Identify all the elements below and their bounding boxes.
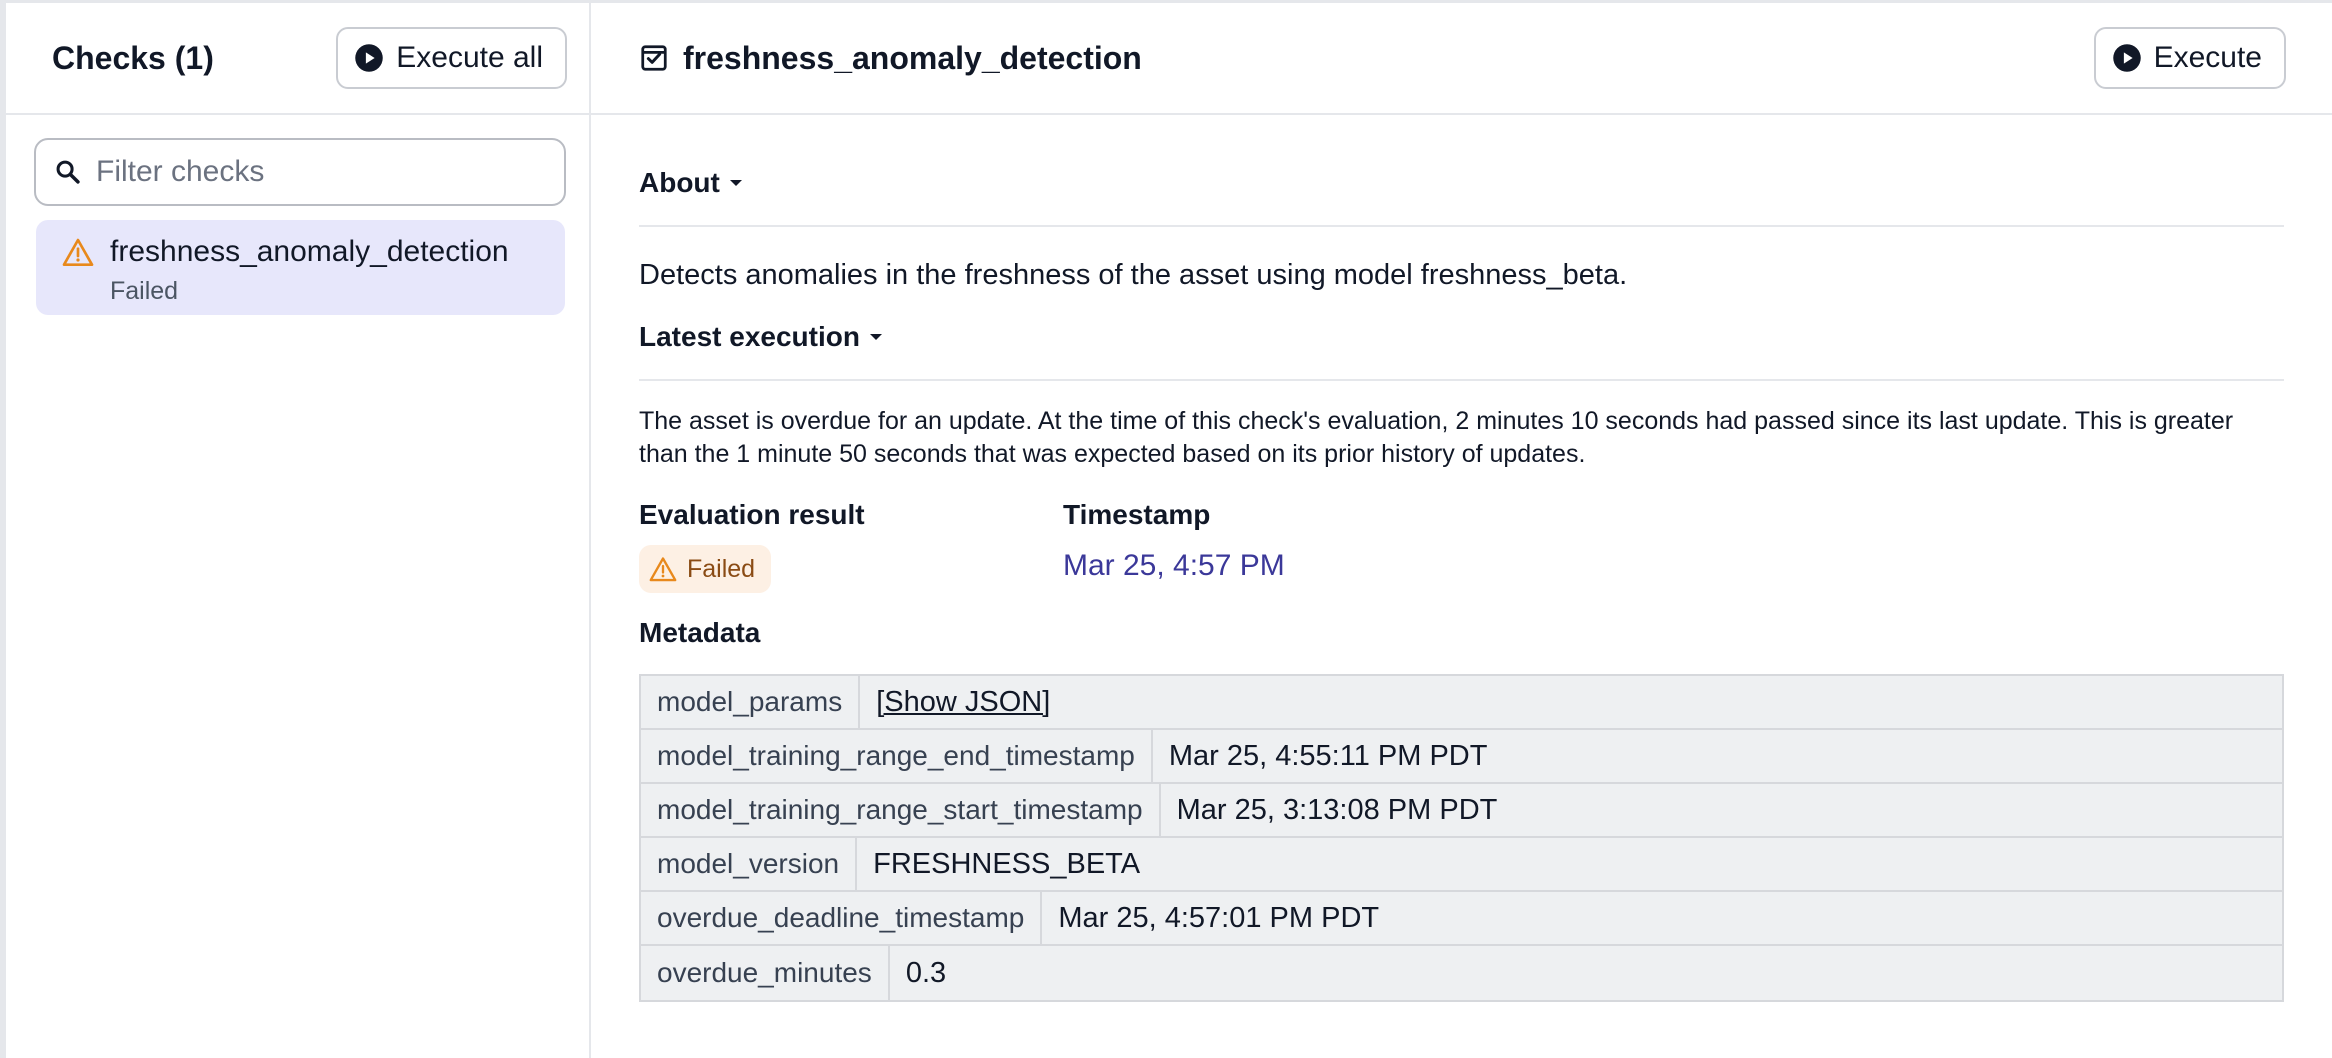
execution-summary: Evaluation result Failed Timestamp Mar 2…: [639, 497, 2284, 593]
checks-sidebar: Checks (1) Execute all Filter checks fre…: [0, 3, 591, 1058]
metadata-value: FRESHNESS_BETA: [873, 847, 1141, 880]
about-text: Detects anomalies in the freshness of th…: [639, 259, 1628, 291]
sidebar-header: Checks (1) Execute all: [6, 3, 589, 115]
timestamp-label: Timestamp: [1063, 499, 1211, 530]
table-row: overdue_deadline_timestamp Mar 25, 4:57:…: [641, 892, 2282, 946]
table-row: model_params [Show JSON]: [641, 676, 2282, 730]
show-json-link[interactable]: [Show JSON]: [876, 686, 1050, 719]
sidebar-title: Checks (1): [52, 39, 214, 76]
play-circle-icon: [2112, 44, 2141, 72]
latest-execution-toggle[interactable]: Latest execution: [639, 321, 884, 353]
evaluation-result-label: Evaluation result: [639, 499, 865, 530]
execute-label: Execute: [2153, 41, 2262, 74]
play-circle-icon: [355, 44, 383, 72]
metadata-table: model_params [Show JSON] model_training_…: [639, 674, 2284, 1002]
check-detail-panel: freshness_anomaly_detection Execute Abou…: [591, 3, 2332, 1058]
metadata-key: model_training_range_end_timestamp: [641, 730, 1153, 782]
execute-all-label: Execute all: [396, 41, 543, 74]
execute-button[interactable]: Execute: [2093, 27, 2286, 89]
table-row: model_training_range_start_timestamp Mar…: [641, 784, 2282, 838]
warning-icon: [649, 557, 677, 582]
caret-down-icon: [729, 180, 742, 186]
page-title: freshness_anomaly_detection: [683, 39, 1142, 76]
title-wrap: freshness_anomaly_detection: [639, 40, 1142, 77]
search-icon: [56, 160, 80, 184]
metadata-key: overdue_deadline_timestamp: [641, 892, 1043, 944]
warning-icon: [62, 238, 94, 266]
filter-checks-input[interactable]: [96, 155, 546, 189]
caret-down-icon: [869, 334, 882, 340]
detail-header: freshness_anomaly_detection Execute: [591, 3, 2332, 115]
latest-execution-header: Latest execution: [639, 294, 2284, 381]
metadata-key: model_training_range_start_timestamp: [641, 784, 1161, 836]
metadata-value: [Show JSON]: [860, 676, 1066, 728]
metadata-heading: Metadata: [639, 617, 761, 648]
latest-execution-heading: Latest execution: [639, 321, 860, 352]
execution-description: The asset is overdue for an update. At t…: [639, 407, 2234, 468]
execute-all-button[interactable]: Execute all: [336, 27, 567, 89]
metadata-value: Mar 25, 3:13:08 PM PDT: [1176, 793, 1498, 826]
metadata-key: model_version: [641, 838, 858, 890]
evaluation-column: Evaluation result Failed: [639, 497, 1063, 593]
metadata-value: 0.3: [905, 956, 947, 989]
check-item-status: Failed: [110, 277, 179, 305]
filter-checks-field[interactable]: [34, 138, 566, 206]
metadata-key: model_params: [641, 676, 861, 728]
table-row: overdue_minutes 0.3: [641, 946, 2282, 1000]
checkbox-checked-icon: [641, 45, 667, 71]
check-item-texts: freshness_anomaly_detection Failed: [110, 232, 509, 310]
timestamp-column: Timestamp Mar 25, 4:57 PM: [1063, 497, 1285, 593]
timestamp-link[interactable]: Mar 25, 4:57 PM: [1063, 545, 1285, 587]
detail-content: About Detects anomalies in the freshness…: [591, 115, 2332, 1002]
about-section-header: About: [639, 115, 2284, 227]
check-item-name: freshness_anomaly_detection: [110, 235, 509, 268]
about-heading: About: [639, 167, 720, 198]
metadata-value: Mar 25, 4:57:01 PM PDT: [1058, 901, 1380, 934]
table-row: model_version FRESHNESS_BETA: [641, 838, 2282, 892]
status-badge-text: Failed: [687, 554, 756, 583]
table-row: model_training_range_end_timestamp Mar 2…: [641, 730, 2282, 784]
check-list-item[interactable]: freshness_anomaly_detection Failed: [36, 220, 565, 315]
app-window: Checks (1) Execute all Filter checks fre…: [0, 0, 2332, 1058]
status-badge: Failed: [639, 545, 772, 593]
metadata-key: overdue_minutes: [641, 946, 890, 1000]
metadata-value: Mar 25, 4:55:11 PM PDT: [1168, 739, 1488, 772]
about-toggle[interactable]: About: [639, 167, 744, 199]
